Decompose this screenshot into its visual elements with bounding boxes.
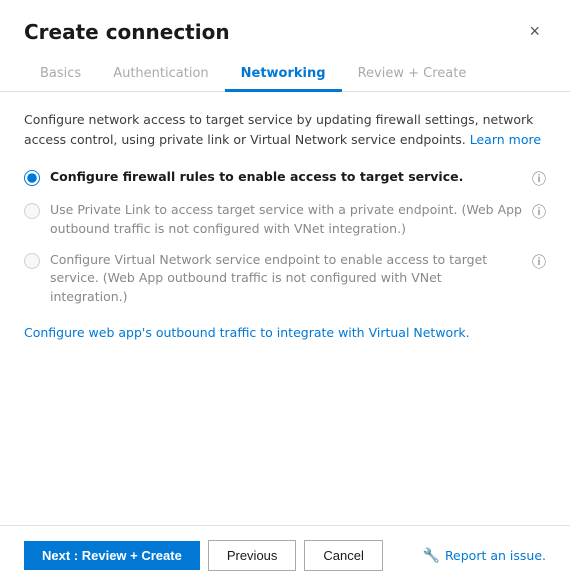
info-icon-firewall: ⓘ	[532, 169, 546, 189]
report-issue-label: Report an issue.	[445, 548, 546, 563]
vnet-link-container: Configure web app's outbound traffic to …	[24, 325, 546, 341]
previous-button[interactable]: Previous	[208, 540, 297, 571]
cancel-button[interactable]: Cancel	[304, 540, 382, 571]
option-group: Configure firewall rules to enable acces…	[24, 168, 546, 307]
info-icon-vnet-endpoint: ⓘ	[532, 252, 546, 272]
label-private-link: Use Private Link to access target servic…	[50, 201, 522, 239]
tab-basics[interactable]: Basics	[24, 58, 97, 92]
report-issue-link[interactable]: 🔧 Report an issue.	[423, 548, 547, 564]
radio-firewall[interactable]	[24, 170, 40, 186]
learn-more-link[interactable]: Learn more	[470, 132, 541, 147]
dialog-header: Create connection ×	[0, 0, 570, 44]
radio-vnet-endpoint[interactable]	[24, 253, 40, 269]
tab-review-create[interactable]: Review + Create	[342, 58, 483, 92]
footer: Next : Review + Create Previous Cancel 🔧…	[0, 525, 570, 585]
label-vnet-endpoint: Configure Virtual Network service endpoi…	[50, 251, 522, 307]
report-icon: 🔧	[423, 548, 440, 564]
create-connection-dialog: Create connection × Basics Authenticatio…	[0, 0, 570, 585]
description-text: Configure network access to target servi…	[24, 110, 546, 150]
main-content: Configure network access to target servi…	[0, 92, 570, 525]
tab-networking[interactable]: Networking	[225, 58, 342, 92]
option-row-vnet-endpoint: Configure Virtual Network service endpoi…	[24, 251, 546, 307]
info-icon-private-link: ⓘ	[532, 202, 546, 222]
tab-bar: Basics Authentication Networking Review …	[0, 44, 570, 92]
tab-authentication[interactable]: Authentication	[97, 58, 224, 92]
label-firewall: Configure firewall rules to enable acces…	[50, 168, 522, 187]
dialog-title: Create connection	[24, 20, 230, 44]
radio-private-link[interactable]	[24, 203, 40, 219]
option-row-private-link: Use Private Link to access target servic…	[24, 201, 546, 239]
close-button[interactable]: ×	[523, 20, 546, 42]
vnet-link[interactable]: Configure web app's outbound traffic to …	[24, 325, 470, 340]
next-button[interactable]: Next : Review + Create	[24, 541, 200, 570]
option-row-firewall: Configure firewall rules to enable acces…	[24, 168, 546, 189]
